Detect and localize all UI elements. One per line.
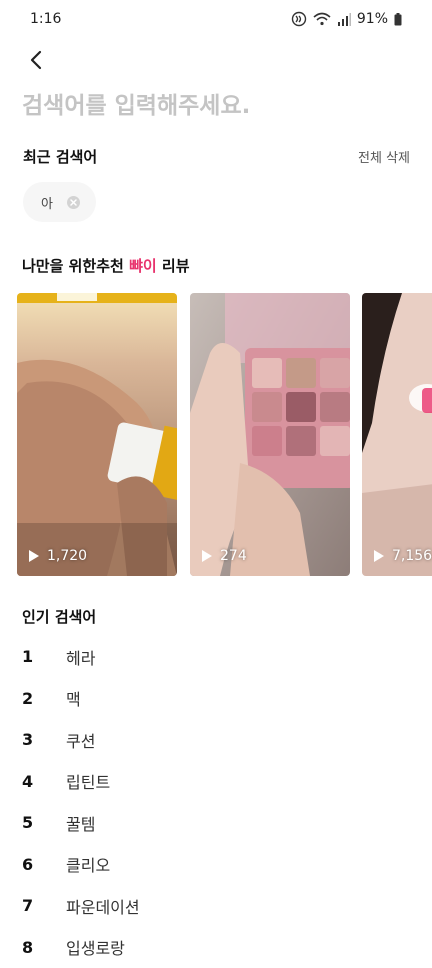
rank-number: 2 [22,689,66,708]
rank-term: 맥 [66,686,81,710]
popular-search-list: 1 헤라 2 맥 3 쿠션 4 립틴트 5 꿀템 6 클리오 7 파운데이션 8… [22,636,412,968]
recent-searches-title: 최근 검색어 [23,146,97,167]
review-card[interactable]: 274 [190,293,350,576]
rank-number: 7 [22,896,66,915]
play-icon [29,550,39,562]
close-icon [70,199,77,206]
recommend-title: 나만을 위한추천 뺘이 리뷰 [22,255,190,276]
status-bar: 1:16 91% [0,0,432,38]
rank-term: 파운데이션 [66,894,140,918]
chevron-left-icon [29,50,43,70]
rank-number: 1 [22,647,66,666]
battery-icon [394,13,402,26]
list-item[interactable]: 4 립틴트 [22,761,412,803]
chip-label: 아 [41,193,53,212]
list-item[interactable]: 8 입생로랑 [22,927,412,968]
nfc-icon [291,11,307,27]
list-item[interactable]: 2 맥 [22,678,412,720]
recent-search-chip[interactable]: 아 [23,182,96,222]
list-item[interactable]: 5 꿀템 [22,802,412,844]
view-count: 7,156 [374,548,432,564]
rank-term: 꿀템 [66,811,95,835]
review-card[interactable]: 7,156 [362,293,432,576]
back-button[interactable] [20,44,52,76]
recommend-title-suffix: 리뷰 [162,257,190,275]
review-card[interactable]: 1,720 [17,293,177,576]
status-time: 1:16 [30,11,61,27]
recommend-title-accent: 뺘이 [129,257,157,275]
recommend-title-prefix: 나만을 위한추천 [22,257,124,275]
search-input[interactable] [22,86,412,126]
review-carousel[interactable]: 1,720 [17,293,432,577]
battery-percent: 91% [357,11,388,27]
rank-term: 쿠션 [66,728,95,752]
status-icons: 91% [291,11,402,27]
list-item[interactable]: 1 헤라 [22,636,412,678]
rank-number: 4 [22,772,66,791]
clear-all-button[interactable]: 전체 삭제 [358,147,410,166]
rank-term: 클리오 [66,852,110,876]
list-item[interactable]: 6 클리오 [22,844,412,886]
list-item[interactable]: 7 파운데이션 [22,885,412,927]
popular-searches-title: 인기 검색어 [22,606,96,627]
rank-number: 3 [22,730,66,749]
review-thumbnail [190,293,350,576]
view-count: 1,720 [29,548,87,564]
rank-number: 5 [22,813,66,832]
rank-term: 립틴트 [66,769,110,793]
remove-chip-button[interactable] [67,196,80,209]
review-thumbnail [362,293,432,576]
signal-icon [337,13,351,26]
view-count-value: 1,720 [47,548,87,564]
view-count: 274 [202,548,247,564]
rank-number: 6 [22,855,66,874]
view-count-value: 274 [220,548,247,564]
rank-number: 8 [22,938,66,957]
review-thumbnail [17,293,177,576]
play-icon [202,550,212,562]
view-count-value: 7,156 [392,548,432,564]
list-item[interactable]: 3 쿠션 [22,719,412,761]
play-icon [374,550,384,562]
wifi-icon [313,12,331,26]
rank-term: 헤라 [66,645,95,669]
rank-term: 입생로랑 [66,935,125,959]
